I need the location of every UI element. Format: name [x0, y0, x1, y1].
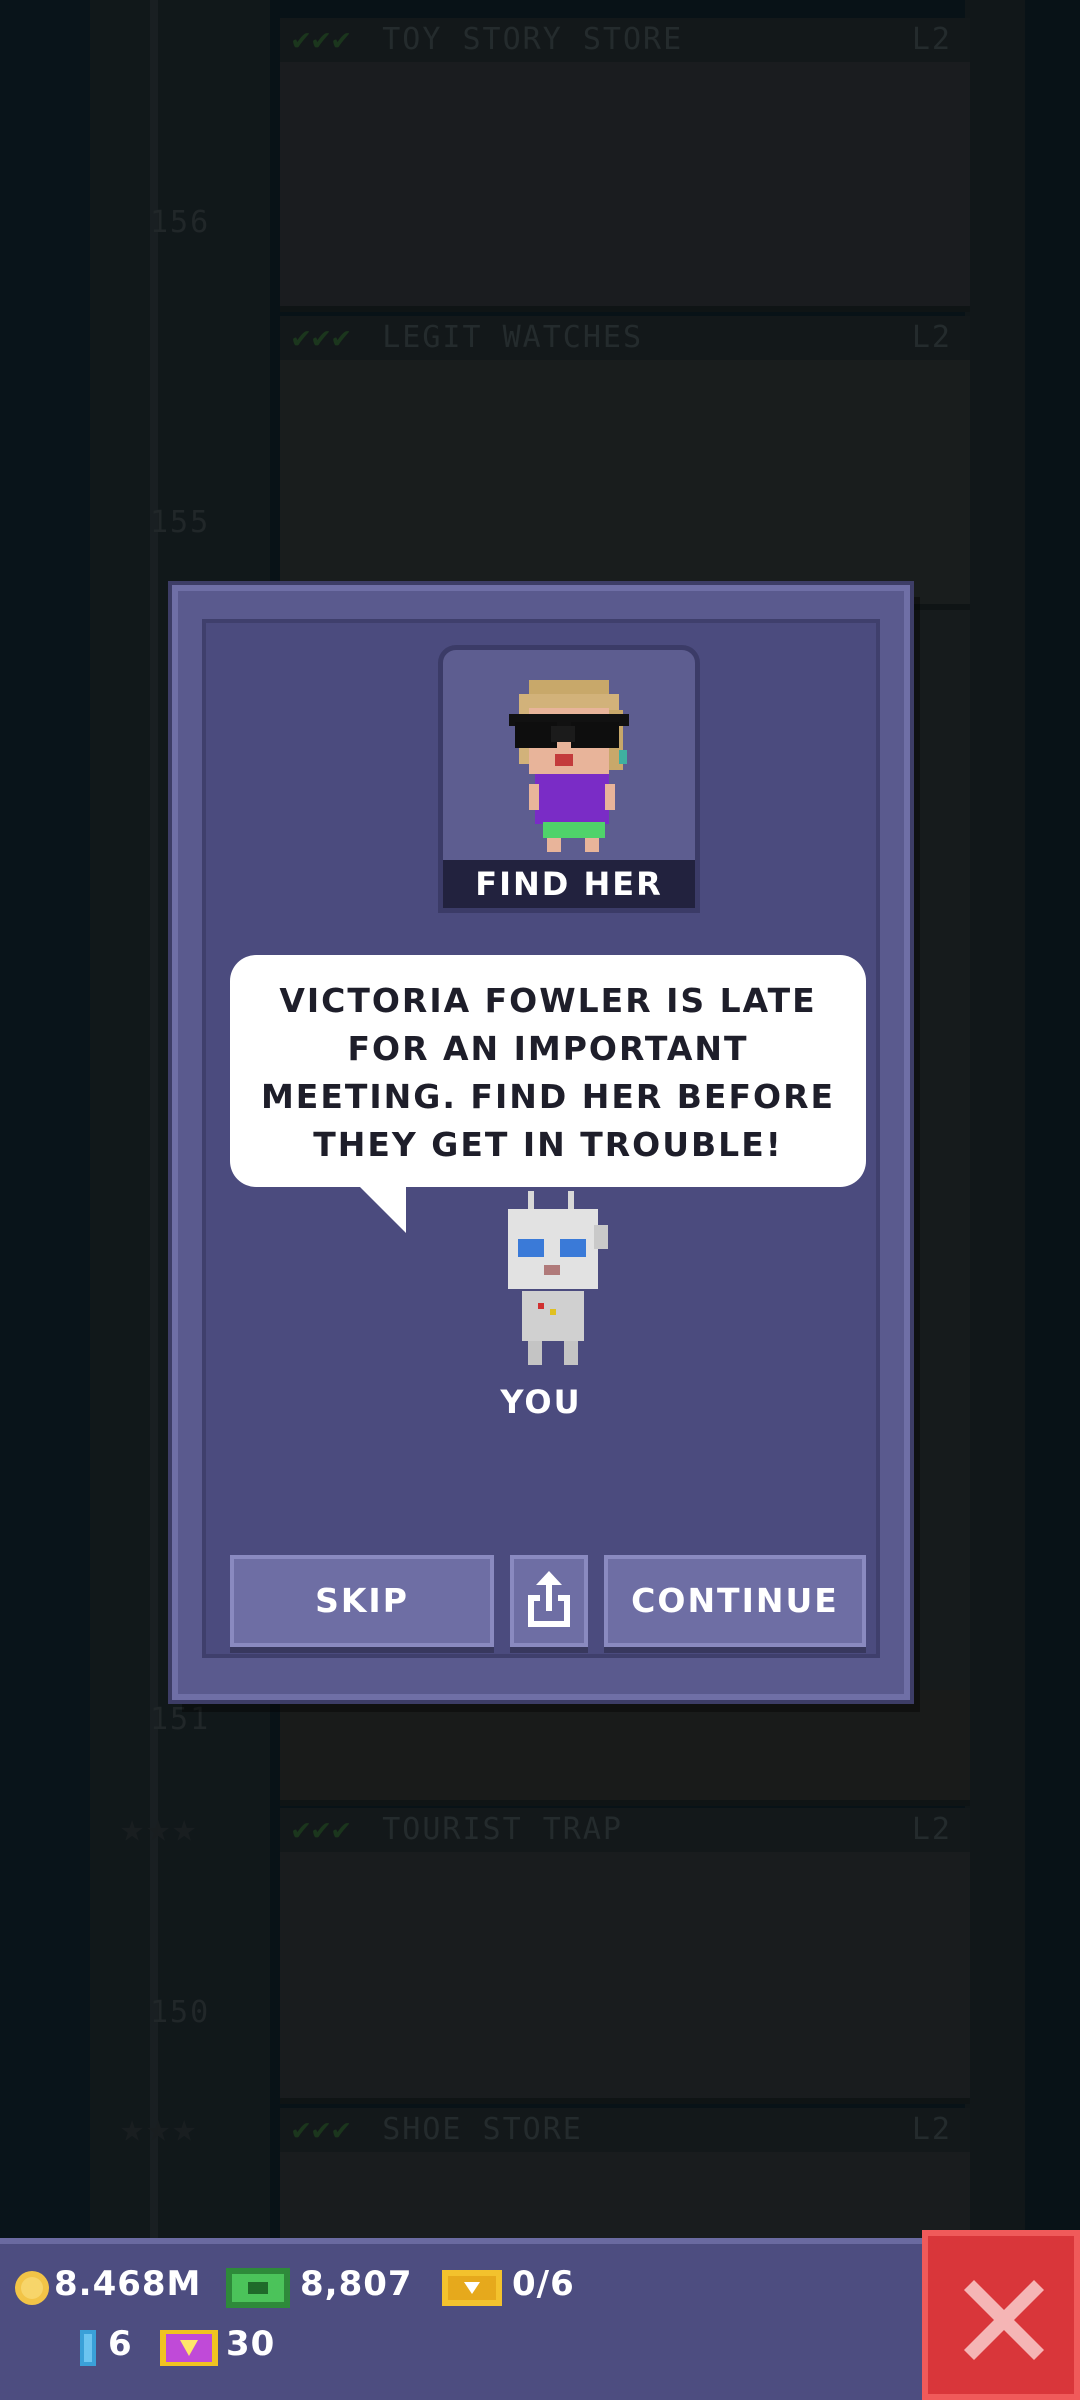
continue-button[interactable]: CONTINUE [604, 1555, 866, 1647]
robot-avatar-icon [508, 1191, 608, 1365]
close-button[interactable] [922, 2230, 1080, 2400]
message-line: FOR AN IMPORTANT [347, 1029, 749, 1068]
tickets-count: 0/6 [512, 2264, 575, 2304]
mission-dialog: FIND HER VICTORIA FOWLER IS LATE FOR AN … [172, 585, 910, 1700]
ticket-icon [442, 2270, 502, 2306]
speech-bubble-tail [356, 1183, 406, 1233]
message-line: MEETING. FIND HER BEFORE [260, 1077, 836, 1116]
speaker-label: YOU [500, 1383, 582, 1421]
portrait-label: FIND HER [443, 860, 695, 908]
gems-count: 30 [226, 2324, 276, 2364]
coins-count: 8.468M [54, 2264, 202, 2304]
victoria-avatar-icon [509, 680, 629, 852]
message-line: VICTORIA FOWLER IS LATE [279, 981, 817, 1020]
share-icon [528, 1571, 570, 1627]
message-line: THEY GET IN TROUBLE! [313, 1125, 783, 1164]
bux-count: 8,807 [300, 2264, 413, 2304]
share-button[interactable] [510, 1555, 588, 1647]
keys-count: 6 [108, 2324, 133, 2364]
skip-button[interactable]: SKIP [230, 1555, 494, 1647]
speech-bubble: VICTORIA FOWLER IS LATE FOR AN IMPORTANT… [230, 955, 866, 1187]
bux-icon [226, 2268, 290, 2308]
character-portrait: FIND HER [438, 645, 700, 913]
gem-icon [160, 2330, 218, 2366]
resource-bar: 8.468M 8,807 0/6 6 30 [0, 2238, 930, 2400]
key-icon [80, 2330, 96, 2366]
close-icon [964, 2280, 1044, 2360]
dialog-panel: FIND HER VICTORIA FOWLER IS LATE FOR AN … [202, 619, 880, 1658]
coin-icon [15, 2271, 49, 2305]
